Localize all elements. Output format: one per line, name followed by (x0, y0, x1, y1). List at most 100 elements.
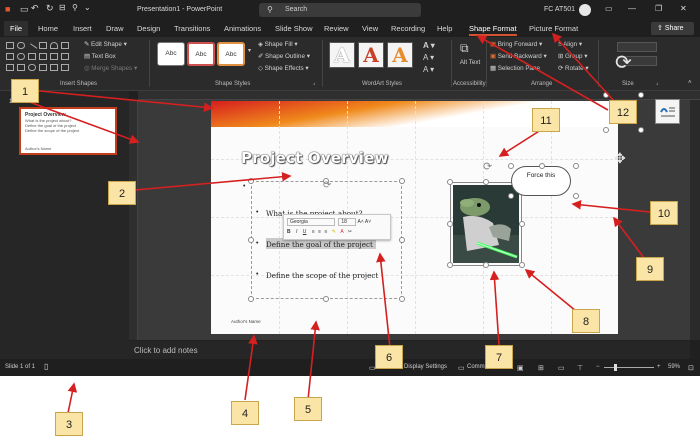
rotate-button[interactable]: ⟳ Rotate ▾ (558, 65, 589, 72)
shape-parens-icon[interactable] (50, 64, 58, 71)
shape-more-icon[interactable] (61, 64, 69, 71)
autosave-icon[interactable]: ▭ (20, 4, 29, 15)
tab-picture-format[interactable]: Picture Format (529, 24, 578, 33)
close-icon[interactable]: ✕ (680, 4, 687, 13)
zoom-slider-thumb[interactable] (614, 364, 617, 371)
avatar[interactable] (579, 4, 591, 16)
resize-handle[interactable] (573, 193, 579, 199)
resize-handle[interactable] (248, 178, 254, 184)
grow-font-icon[interactable]: A˄ (358, 219, 364, 225)
resize-handle[interactable] (603, 92, 609, 98)
shape-brace-icon[interactable] (50, 53, 58, 60)
move-handle-icon[interactable]: ✥ (614, 150, 626, 167)
align-button[interactable]: ≡ Align ▾ (558, 41, 582, 48)
zoom-level[interactable]: 59% (668, 364, 680, 370)
resize-handle[interactable] (519, 262, 525, 268)
resize-handle[interactable] (323, 296, 329, 302)
shape-frame-icon[interactable] (39, 64, 47, 71)
zoom-out-icon[interactable]: − (596, 364, 600, 370)
shapes-gallery[interactable] (6, 42, 78, 76)
text-box-button[interactable]: ▤ Text Box (84, 53, 116, 60)
slide-sorter-icon[interactable]: ⊞ (538, 364, 544, 372)
shape-hexagon-icon[interactable] (61, 53, 69, 60)
tab-help[interactable]: Help (437, 24, 452, 33)
selection-pane-button[interactable]: ▦ Selection Pane (490, 65, 540, 72)
shape-callout-icon[interactable] (28, 53, 36, 60)
fit-slide-icon[interactable]: ⊡ (688, 364, 694, 372)
merge-shapes-button[interactable]: ◎ Merge Shapes ▾ (84, 65, 137, 72)
italic-button[interactable]: I (296, 229, 297, 235)
minimize-icon[interactable]: — (628, 4, 636, 13)
shape-bracket-icon[interactable] (17, 64, 25, 71)
author-name[interactable]: Author's Name (231, 319, 261, 324)
text-fill-icon[interactable]: A ▾ (423, 41, 435, 50)
tab-draw[interactable]: Draw (106, 24, 124, 33)
bullet-2[interactable]: Define the goal of the project (266, 240, 373, 249)
resize-handle[interactable] (603, 127, 609, 133)
restore-icon[interactable]: ❐ (655, 4, 662, 13)
present-icon[interactable]: ⊟ (59, 3, 66, 12)
rotate-handle-icon[interactable]: ⟳ (323, 180, 331, 191)
resize-handle[interactable] (638, 127, 644, 133)
align-left-icon[interactable]: ≡ (312, 229, 315, 235)
notes-pane[interactable]: Click to add notes (129, 341, 690, 359)
shape-circle-icon[interactable] (17, 53, 25, 60)
highlight-icon[interactable]: ✎ (332, 229, 336, 235)
font-size-box[interactable]: 18 (338, 218, 357, 226)
shape-arc-icon[interactable] (50, 42, 58, 49)
cloud-callout-shape[interactable]: Force this (511, 166, 571, 196)
slideshow-view-icon[interactable]: ⊤ (577, 364, 583, 372)
resize-handle[interactable] (248, 237, 254, 243)
share-button[interactable]: ⇪ Share (651, 22, 694, 35)
text-outline-icon[interactable]: A ▾ (423, 53, 434, 62)
align-right-icon[interactable]: ≡ (324, 229, 327, 235)
resize-handle[interactable] (483, 262, 489, 268)
text-effects-icon[interactable]: A ▾ (423, 65, 434, 74)
redo-icon[interactable]: ↻ (46, 3, 54, 14)
picture-rotate-handle-icon[interactable]: ⟳ (483, 160, 492, 173)
undo-icon[interactable]: ↶ (31, 3, 39, 14)
group-button[interactable]: ⊞ Group ▾ (558, 53, 587, 60)
normal-view-icon[interactable]: ▣ (517, 364, 524, 372)
slide-thumbnail[interactable]: Project Overview What is the project abo… (19, 107, 117, 155)
shape-style-3[interactable]: Abc (217, 42, 245, 66)
shape-square-icon[interactable] (39, 42, 47, 49)
align-center-icon[interactable]: ≡ (318, 229, 321, 235)
shape-effects-button[interactable]: ◇ Shape Effects ▾ (258, 65, 309, 72)
alt-text-label[interactable]: Alt Text (458, 59, 482, 66)
size-launcher-icon[interactable]: ⌟ (656, 80, 658, 86)
tab-view[interactable]: View (362, 24, 378, 33)
tab-insert[interactable]: Insert (73, 24, 92, 33)
search-box[interactable]: ⚲ Search (259, 3, 421, 17)
design-ideas-icon[interactable] (655, 99, 680, 124)
vertical-scrollbar[interactable] (690, 100, 700, 340)
customize-icon[interactable]: ⌄ (84, 3, 91, 12)
resize-handle[interactable] (638, 92, 644, 98)
reading-view-icon[interactable]: ▭ (558, 364, 565, 372)
wordart-style-2[interactable]: A (358, 42, 384, 68)
shape-arrow-icon[interactable] (6, 53, 14, 60)
format-painter-icon[interactable]: ✂ (348, 229, 352, 235)
tab-shape-format[interactable]: Shape Format (469, 24, 517, 36)
edit-shape-button[interactable]: ✎ Edit Shape ▾ (84, 41, 127, 48)
zoom-slider[interactable] (604, 367, 654, 368)
resize-handle[interactable] (447, 262, 453, 268)
tab-design[interactable]: Design (137, 24, 160, 33)
resize-handle[interactable] (508, 193, 514, 199)
tab-transitions[interactable]: Transitions (174, 24, 210, 33)
ribbon-options-icon[interactable]: ▭ (605, 4, 613, 13)
shape-triangle-icon[interactable] (61, 42, 69, 49)
resize-handle[interactable] (447, 179, 453, 185)
resize-handle[interactable] (508, 163, 514, 169)
styles-more-icon[interactable]: ▾ (248, 47, 251, 54)
resize-handle[interactable] (248, 296, 254, 302)
shape-style-1[interactable]: Abc (157, 42, 185, 66)
tab-animations[interactable]: Animations (224, 24, 261, 33)
resize-handle[interactable] (573, 163, 579, 169)
pin-icon[interactable]: ⚲ (72, 3, 78, 12)
shape-donut-icon[interactable] (28, 64, 36, 71)
resize-handle[interactable] (519, 221, 525, 227)
shape-pentagon-icon[interactable] (6, 64, 14, 71)
tab-home[interactable]: Home (38, 24, 58, 33)
shape-rectangle-icon[interactable] (6, 42, 14, 49)
